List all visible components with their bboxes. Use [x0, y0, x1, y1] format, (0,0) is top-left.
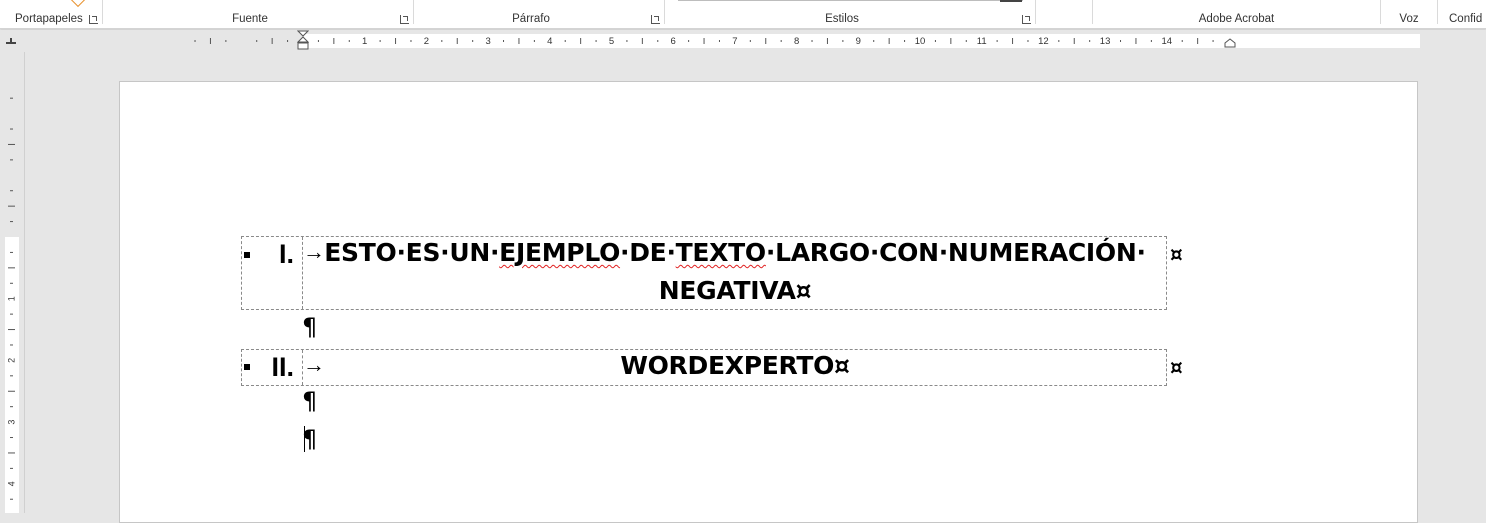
estilos-dialog-launcher-icon[interactable]: [1022, 15, 1031, 24]
row-selection-marker[interactable]: [244, 252, 250, 258]
vertical-ruler-number: 3: [6, 420, 16, 425]
ruler-number: 12: [1038, 36, 1049, 47]
vertical-ruler-number: 4: [6, 481, 16, 486]
group-confidencialidad: Confid: [1438, 0, 1486, 28]
ruler-number: 10: [915, 36, 926, 47]
ruler-number: 3: [485, 36, 490, 47]
group-voz: Voz: [1381, 0, 1437, 28]
paragraph-mark: ¶: [302, 387, 318, 415]
document-page[interactable]: I. → ESTO·ES·UN·EJEMPLO·DE·TEXTO·LARGO·C…: [119, 81, 1418, 523]
list-number: II.: [271, 352, 294, 382]
vertical-ruler[interactable]: 1 2 3 4: [0, 52, 25, 513]
end-of-row-mark: ¤: [1170, 355, 1183, 379]
group-label-parrafo: Párrafo: [512, 13, 550, 25]
ruler-number: 11: [977, 36, 987, 47]
heading-line: WORDEXPERTO¤: [620, 351, 850, 380]
ribbon: Portapapeles Fuente Párrafo Estilos Adob…: [0, 0, 1486, 29]
ruler-number: 2: [424, 36, 429, 47]
ruler-number: 13: [1100, 36, 1111, 47]
paragraph-mark: ¶: [302, 313, 318, 341]
paragraph-mark: ¶: [302, 425, 318, 453]
group-label-estilos: Estilos: [825, 13, 859, 25]
heading-text: ·LARGO·CON·NUMERACIÓN·: [765, 238, 1146, 267]
separator: [1035, 0, 1036, 24]
group-adobe-acrobat: Adobe Acrobat: [1093, 0, 1380, 28]
first-line-indent-marker-icon[interactable]: [297, 30, 309, 52]
ruler-number: 6: [671, 36, 676, 47]
vertical-ruler-ticks: 1 2 3 4: [6, 97, 16, 500]
group-parrafo: Párrafo: [414, 0, 664, 28]
group-label-acrobat: Adobe Acrobat: [1198, 13, 1275, 25]
heading-line-1: ESTO·ES·UN·EJEMPLO·DE·TEXTO·LARGO·CON·NU…: [305, 238, 1165, 267]
horizontal-ruler-row: 1 2 3 4 5 6 7 8 9 10 11 12 13 14: [0, 30, 1486, 52]
ruler-number: 9: [856, 36, 861, 47]
ruler-number: 8: [794, 36, 799, 47]
group-label-confidencialidad: Confid: [1449, 13, 1483, 25]
right-indent-marker-icon[interactable]: [1224, 38, 1236, 48]
spelling-error-text: EJEMPLO: [499, 238, 621, 267]
horizontal-ruler[interactable]: 1 2 3 4 5 6 7 8 9 10 11 12 13 14: [110, 30, 1420, 50]
end-of-row-mark: ¤: [1170, 242, 1183, 266]
tab-stop-selector-icon[interactable]: [4, 34, 18, 48]
spelling-error-text: TEXTO: [675, 238, 767, 267]
list-number: I.: [278, 239, 294, 269]
vertical-ruler-number: 2: [6, 358, 16, 363]
ruler-number: 5: [609, 36, 614, 47]
group-label-fuente: Fuente: [232, 13, 268, 25]
heading-text: ·DE·: [620, 238, 676, 267]
row-selection-marker[interactable]: [244, 364, 250, 370]
group-label-voz: Voz: [1399, 13, 1419, 25]
ruler-number: 14: [1162, 36, 1173, 47]
ruler-number: 7: [732, 36, 737, 47]
heading-line-2: NEGATIVA¤: [658, 276, 812, 305]
vertical-ruler-number: 1: [6, 296, 16, 301]
heading-text: ESTO·ES·UN·: [324, 238, 500, 267]
ruler-number: 1: [362, 36, 367, 47]
ruler-number: 4: [547, 36, 552, 47]
group-estilos: Estilos: [665, 0, 1035, 28]
group-fuente: Fuente: [103, 0, 413, 28]
